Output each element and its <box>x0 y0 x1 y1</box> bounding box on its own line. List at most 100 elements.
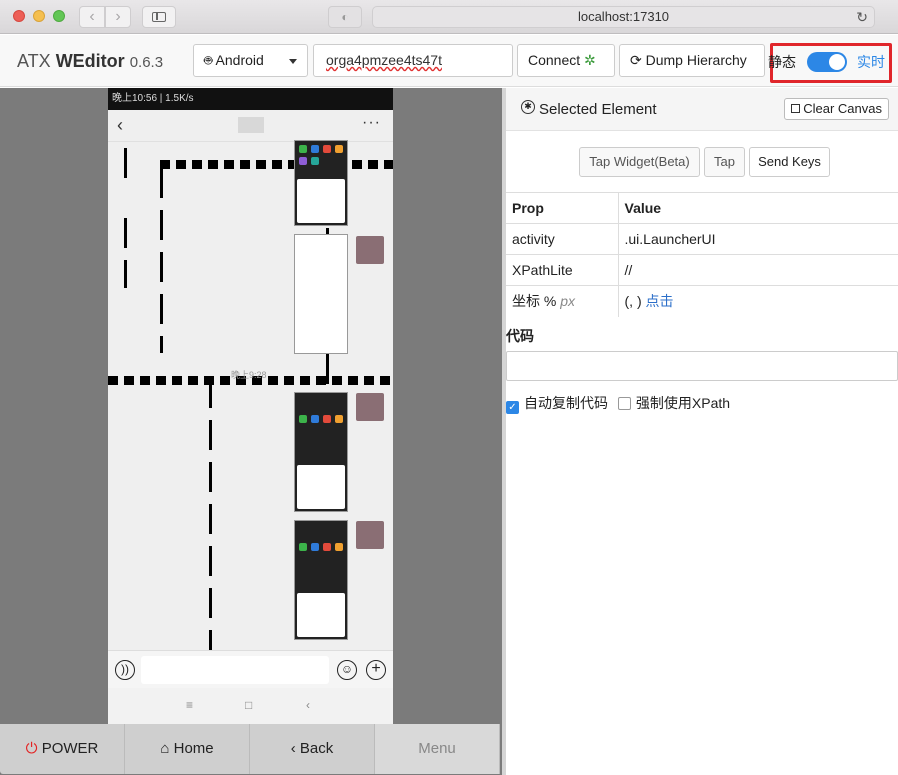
address-text: localhost:17310 <box>577 9 670 24</box>
home-square-icon[interactable]: □ <box>245 698 252 712</box>
menu-label: Menu <box>418 740 456 757</box>
address-bar[interactable]: localhost:17310 ↻ <box>372 6 875 28</box>
chat-image-thumbnail[interactable] <box>294 140 348 226</box>
chat-timestamp: 晚上9:28 <box>231 370 267 380</box>
square-icon <box>791 104 801 113</box>
back-button[interactable]: ‹ Back <box>250 724 375 774</box>
overlay-dash-line <box>124 148 127 188</box>
code-options: ✓ 自动复制代码 强制使用XPath <box>506 393 730 414</box>
prop-value: (, ) 点击 <box>618 285 898 317</box>
chat-image-thumbnail[interactable] <box>294 234 348 354</box>
tap-button[interactable]: Tap <box>704 147 745 177</box>
clear-canvas-label: Clear Canvas <box>803 101 882 116</box>
chevron-down-icon <box>289 59 297 64</box>
more-icon[interactable]: ··· <box>362 114 381 132</box>
device-serial-input[interactable]: orga4pmzee4ts47t <box>313 44 513 77</box>
platform-label: Android <box>215 52 264 68</box>
inspector-header: ✱ Selected Element Clear Canvas <box>506 88 898 131</box>
switch-knob <box>829 54 845 70</box>
properties-table: Prop Value activity .ui.LauncherUI XPath… <box>506 192 898 317</box>
power-button[interactable]: ⏻ POWER <box>0 724 125 774</box>
inspector-title: Selected Element <box>539 101 657 118</box>
prop-name: 坐标 % px <box>506 285 619 317</box>
power-label: POWER <box>41 740 99 757</box>
tap-widget-button[interactable]: Tap Widget(Beta) <box>579 147 700 177</box>
inspector-panel: ✱ Selected Element Clear Canvas Tap Widg… <box>506 88 898 775</box>
coord-label: 坐标 % <box>512 293 557 310</box>
chat-name-blurred <box>238 117 264 133</box>
reload-icon[interactable]: ↻ <box>856 7 868 27</box>
overlay-dash-line <box>124 218 127 288</box>
browser-back-icon[interactable]: ‹ <box>79 6 105 28</box>
connect-button[interactable]: Connect ✲ <box>517 44 615 77</box>
privacy-shield-icon[interactable]: ◐ <box>328 6 362 28</box>
table-row: 坐标 % px (, ) 点击 <box>506 285 898 317</box>
code-label: 代码 <box>506 328 534 344</box>
app-brand: ATX WEditor 0.6.3 <box>17 51 163 72</box>
plus-icon[interactable]: + <box>366 660 386 680</box>
plant-icon: ✲ <box>584 52 596 68</box>
connect-label: Connect <box>528 52 581 68</box>
prop-value: .ui.LauncherUI <box>618 223 898 255</box>
overlay-dash-line <box>160 168 163 353</box>
platform-select[interactable]: 🤖︎ Android <box>193 44 308 77</box>
live-mode-label: 实时 <box>857 54 885 70</box>
send-keys-button[interactable]: Send Keys <box>749 147 830 177</box>
force-xpath-label: 强制使用XPath <box>635 395 731 411</box>
auto-copy-checkbox[interactable]: ✓ <box>506 401 519 414</box>
live-mode-switch[interactable] <box>807 52 847 72</box>
message-input[interactable] <box>141 656 329 684</box>
browser-forward-icon[interactable]: › <box>105 6 131 28</box>
close-window-button[interactable] <box>13 10 25 22</box>
avatar <box>356 521 384 549</box>
clear-canvas-button[interactable]: Clear Canvas <box>784 98 889 120</box>
overlay-dash-line <box>160 160 393 169</box>
chat-image-thumbnail[interactable] <box>294 392 348 512</box>
chevron-left-icon[interactable]: ‹ <box>117 115 123 136</box>
minimize-window-button[interactable] <box>33 10 45 22</box>
click-link[interactable]: 点击 <box>646 293 674 309</box>
static-mode-label: 静态 <box>768 54 796 70</box>
table-header-row: Prop Value <box>506 192 898 224</box>
menu-icon[interactable]: ≡ <box>186 698 193 712</box>
menu-button[interactable]: Menu <box>375 724 500 774</box>
auto-copy-label: 自动复制代码 <box>524 395 608 411</box>
column-header-prop: Prop <box>506 192 619 224</box>
android-icon: 🤖︎ <box>204 52 213 68</box>
back-label: Back <box>299 740 334 757</box>
prop-name: activity <box>506 223 619 255</box>
voice-icon[interactable]: )) <box>115 660 135 680</box>
browser-toolbar: ‹ › ◐ localhost:17310 ↻ <box>0 0 898 34</box>
table-row: XPathLite // <box>506 254 898 286</box>
home-button[interactable]: ⌂ Home <box>125 724 250 774</box>
sidebar-toggle-button[interactable] <box>142 6 176 28</box>
back-chevron-icon[interactable]: ‹ <box>306 698 310 712</box>
table-row: activity .ui.LauncherUI <box>506 223 898 255</box>
sidebar-icon <box>152 12 166 22</box>
phone-status-bar: 晚上10:56 | 1.5K/s ✱ ▮▮ ◠ ▭ ⚡ <box>108 88 393 110</box>
column-header-value: Value <box>618 192 898 224</box>
power-icon: ⏻ <box>25 740 38 757</box>
maximize-window-button[interactable] <box>53 10 65 22</box>
chat-input-bar: )) ☺ + <box>108 650 393 688</box>
force-xpath-checkbox[interactable] <box>617 397 631 410</box>
dump-label: Dump Hierarchy <box>645 52 747 68</box>
app-version: 0.6.3 <box>129 54 164 71</box>
chat-title-bar: ‹ ··· <box>108 110 393 142</box>
home-icon: ⌂ <box>160 740 170 757</box>
refresh-icon: ⟳ <box>630 52 642 68</box>
phone-nav-bar: ≡ □ ‹ <box>108 688 393 724</box>
code-input[interactable] <box>506 351 898 381</box>
status-time: 晚上10:56 | 1.5K/s <box>112 93 194 104</box>
chat-image-thumbnail[interactable] <box>294 520 348 640</box>
dump-hierarchy-button[interactable]: ⟳ Dump Hierarchy <box>619 44 765 77</box>
app-header: ATX WEditor 0.6.3 🤖︎ Android orga4pmzee4… <box>0 35 898 87</box>
emoji-icon[interactable]: ☺ <box>337 660 357 680</box>
device-screen[interactable]: 晚上10:56 | 1.5K/s ✱ ▮▮ ◠ ▭ ⚡ ‹ ··· 晚上9:28 <box>108 88 393 724</box>
chevron-left-icon: ‹ <box>290 740 296 757</box>
device-controls: ⏻ POWER ⌂ Home ‹ Back Menu <box>0 724 502 775</box>
avatar <box>356 236 384 264</box>
brand-prefix: ATX <box>17 51 51 71</box>
device-panel: 晚上10:56 | 1.5K/s ✱ ▮▮ ◠ ▭ ⚡ ‹ ··· 晚上9:28 <box>0 88 502 775</box>
brand-name: WEditor <box>55 51 125 71</box>
